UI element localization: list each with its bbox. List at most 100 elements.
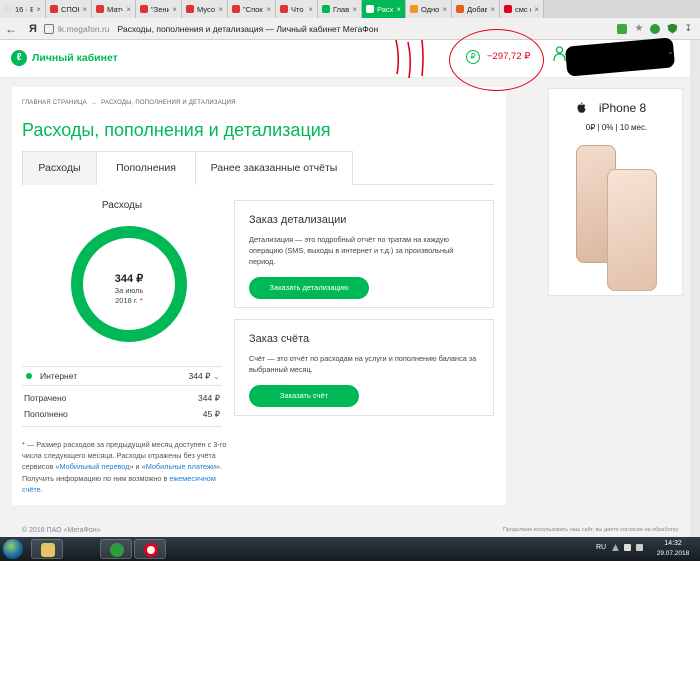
chevron-down-icon[interactable]: ⌄ [213,371,220,381]
address-page-title[interactable]: Расходы, пополнения и детализация — Личн… [118,24,618,34]
tab-close-icon[interactable]: × [126,5,131,14]
start-button-icon[interactable] [3,539,23,559]
topped-value: 45 ₽ [202,409,220,419]
cookie-note: Продолжая использовать наш сайт, вы дает… [503,527,679,533]
tab-topups[interactable]: Пополнения [96,151,196,185]
tab-favicon-icon [186,5,194,13]
taskbar-explorer[interactable] [31,539,63,559]
browser-tab[interactable]: СПОРТ-× [46,0,92,18]
address-bar-icons: ★ ↧ [617,23,700,34]
browser-tab-label: Главная [333,4,350,14]
order-detail-button[interactable]: Заказать детализацию [249,277,369,299]
signal-icon [110,543,124,557]
tab-close-icon[interactable]: × [266,5,271,14]
tab-expenses[interactable]: Расходы [22,151,97,185]
topped-label: Пополнено [24,409,68,419]
shield-icon[interactable] [667,23,678,34]
browser-tab[interactable]: 16 · Вход× [0,0,46,18]
browser-tab[interactable]: "Зенит-× [136,0,182,18]
tray-icons [612,544,643,551]
category-value: 344 ₽ ⌄ [189,371,220,382]
browser-tab[interactable]: Что кру× [276,0,318,18]
taskbar-yandex-browser[interactable] [134,539,166,559]
browser-tab[interactable]: смс опо× [500,0,544,18]
tab-close-icon[interactable]: × [352,5,357,14]
download-icon[interactable]: ↧ [684,23,692,34]
tab-favicon-icon [4,5,12,13]
detail-order-card: Заказ детализации Детализация — это подр… [234,200,494,308]
iphone-back-image [607,169,657,291]
site-logo-text[interactable]: Личный кабинет [32,52,118,64]
tab-favicon-icon [96,5,104,13]
tray-language[interactable]: RU [596,544,606,551]
browser-tab-label: Что кру [291,4,305,14]
extension-icon[interactable] [617,23,628,34]
yandex-browser-icon [144,543,158,557]
tab-close-icon[interactable]: × [36,5,41,14]
tab-close-icon[interactable]: × [442,5,447,14]
link-mobile-payments[interactable]: Мобильные платежи [146,462,216,471]
expenses-asterisk: * [139,296,143,305]
order-bill-button[interactable]: Заказать счёт [249,385,359,407]
browser-tab[interactable]: "Спокуха× [228,0,276,18]
tab-close-icon[interactable]: × [534,5,539,14]
browser-tab-label: Матч Ev [107,4,124,14]
footnote-text-2: » и « [129,462,146,472]
tab-close-icon[interactable]: × [82,5,87,14]
bill-order-card: Заказ счёта Счёт — это отчёт по расходам… [234,319,494,416]
user-icon[interactable] [553,46,566,62]
expenses-period-month: За июль [114,286,144,295]
browser-tab-label: СПОРТ- [61,4,79,14]
expenses-title: Расходы [101,200,143,211]
browser-tab[interactable]: Главная× [318,0,362,18]
tab-favicon-icon [456,5,464,13]
tray-date[interactable]: 29.07.2018 [653,550,693,557]
tab-favicon-icon [50,5,58,13]
balance-value[interactable]: −297,72 ₽ [487,51,530,62]
category-dot-icon [26,373,32,379]
tray-time[interactable]: 14:32 [653,540,693,547]
tab-ordered-reports[interactable]: Ранее заказанные отчёты [195,151,353,185]
browser-tab[interactable]: Мусорск× [182,0,228,18]
star-icon[interactable]: ★ [634,23,643,34]
divider [22,385,222,386]
browser-tab[interactable]: Матч Ev× [92,0,136,18]
breadcrumb-home[interactable]: ГЛАВНАЯ СТРАНИЦА [22,100,87,106]
yandex-logo-icon[interactable]: Я [22,23,44,35]
tab-close-icon[interactable]: × [218,5,223,14]
megafon-logo-icon[interactable]: ℓ [11,50,27,66]
ruble-icon[interactable]: ₽ [466,50,480,64]
tray-network-icon[interactable] [624,544,631,551]
folder-icon [41,543,55,557]
tab-close-icon[interactable]: × [396,5,401,14]
page-title: Расходы, пополнения и детализация [22,120,331,140]
back-arrow-icon[interactable]: ← [0,22,22,36]
bill-card-title: Заказ счёта [249,333,310,345]
tray-volume-icon[interactable] [636,544,643,551]
tab-close-icon[interactable]: × [308,5,313,14]
address-domain[interactable]: lk.megafon.ru [58,24,110,34]
spent-value: 344 ₽ [198,393,220,403]
link-mobile-transfer[interactable]: Мобильный перевод [59,462,129,471]
tray-up-arrow-icon[interactable] [612,544,619,551]
bill-card-text: Счёт — это отчёт по расходам на услуги и… [249,354,477,374]
tab-close-icon[interactable]: × [172,5,177,14]
iphone-ad-banner[interactable]: iPhone 8 0₽ | 0% | 10 мес. [548,88,683,296]
breadcrumb-current: РАСХОДЫ, ПОПОЛНЕНИЯ И ДЕТАЛИЗАЦИЯ [101,100,236,106]
tab-favicon-icon [322,5,330,13]
browser-tab[interactable]: Расхо× [362,0,406,18]
breadcrumb: ГЛАВНАЯ СТРАНИЦА → РАСХОДЫ, ПОПОЛНЕНИЯ И… [22,100,236,106]
chevron-down-icon[interactable]: ⌄ [667,47,674,56]
taskbar-megafon[interactable] [100,539,132,559]
tab-favicon-icon [232,5,240,13]
tab-favicon-icon [140,5,148,13]
category-label: Интернет [40,371,78,381]
tab-close-icon[interactable]: × [490,5,495,14]
browser-tab[interactable]: Добави× [452,0,500,18]
category-row-internet[interactable]: Интернет 344 ₽ ⌄ [22,367,222,385]
protect-icon[interactable] [650,23,661,34]
detail-card-text: Детализация — это подробный отчёт по тра… [249,235,454,266]
scrollbar-track[interactable] [690,40,700,538]
tab-favicon-icon [280,5,288,13]
browser-tab[interactable]: Однокл× [406,0,452,18]
